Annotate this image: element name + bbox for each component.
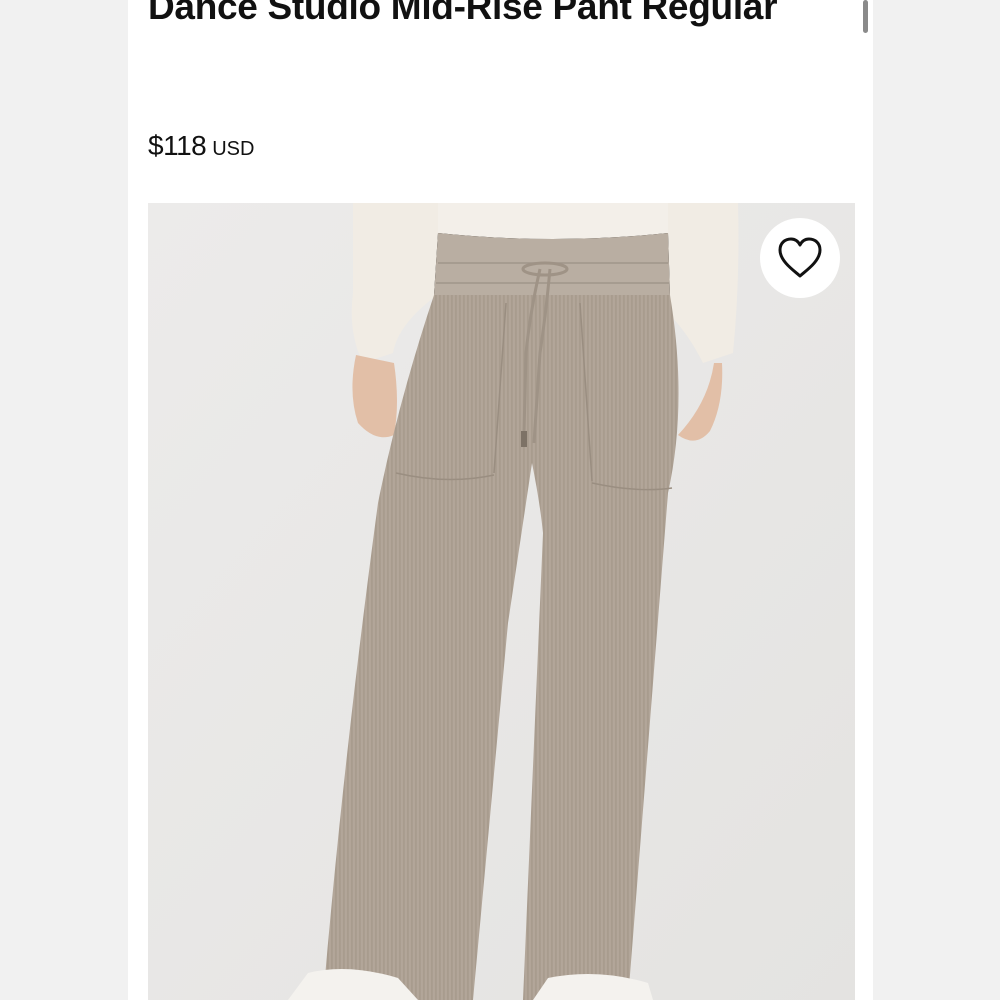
heart-outline-icon	[778, 237, 822, 278]
product-title: Dance Studio Mid-Rise Pant Regular	[148, 0, 778, 27]
product-image[interactable]	[148, 203, 855, 1000]
product-price: $118 USD	[148, 130, 254, 162]
price-amount: $118	[148, 130, 207, 161]
right-gutter	[873, 0, 1000, 1000]
product-photo	[148, 203, 855, 1000]
product-card: Dance Studio Mid-Rise Pant Regular $118 …	[128, 0, 873, 1000]
left-gutter	[0, 0, 128, 1000]
price-currency: USD	[212, 138, 255, 160]
scrollbar[interactable]	[863, 0, 868, 33]
wishlist-button[interactable]	[760, 218, 840, 298]
